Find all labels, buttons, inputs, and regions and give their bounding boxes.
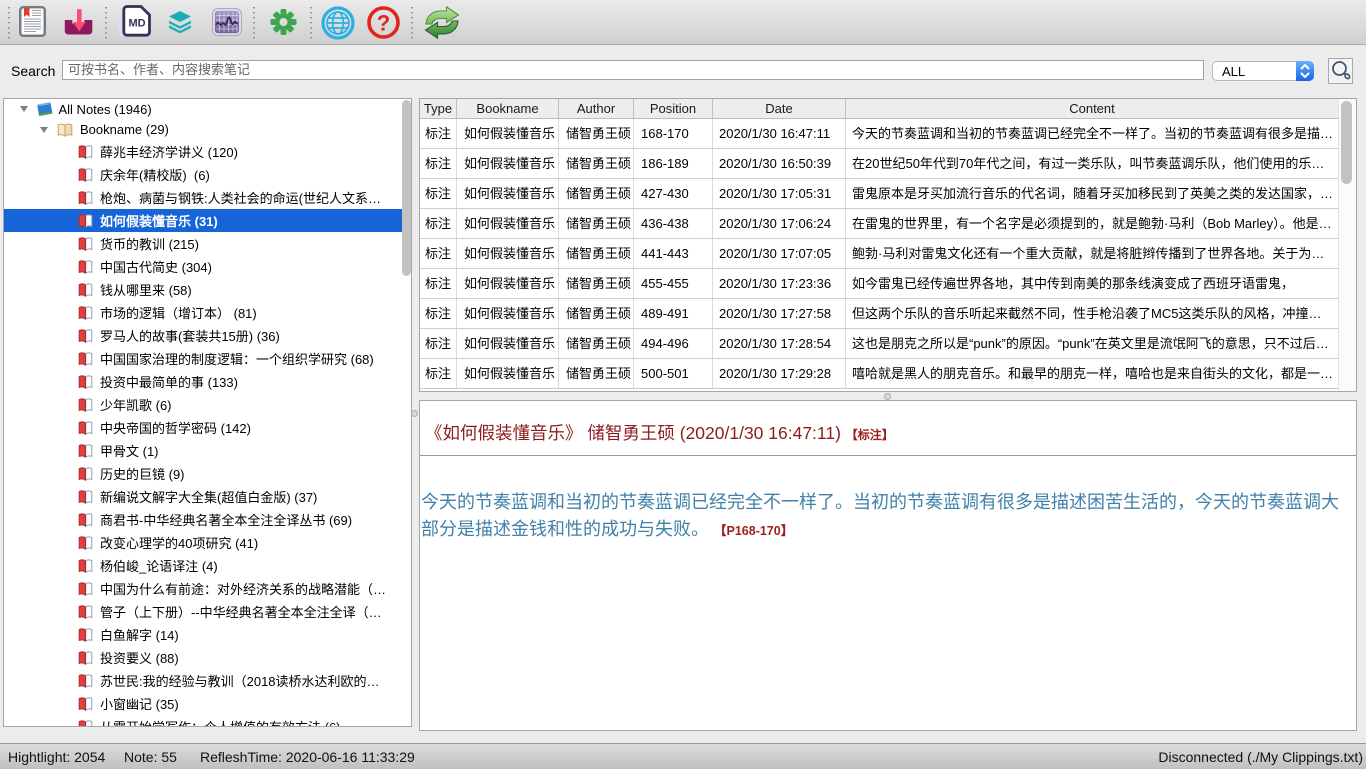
svg-text:MD: MD [128,18,145,30]
svg-text:?: ? [377,11,390,36]
